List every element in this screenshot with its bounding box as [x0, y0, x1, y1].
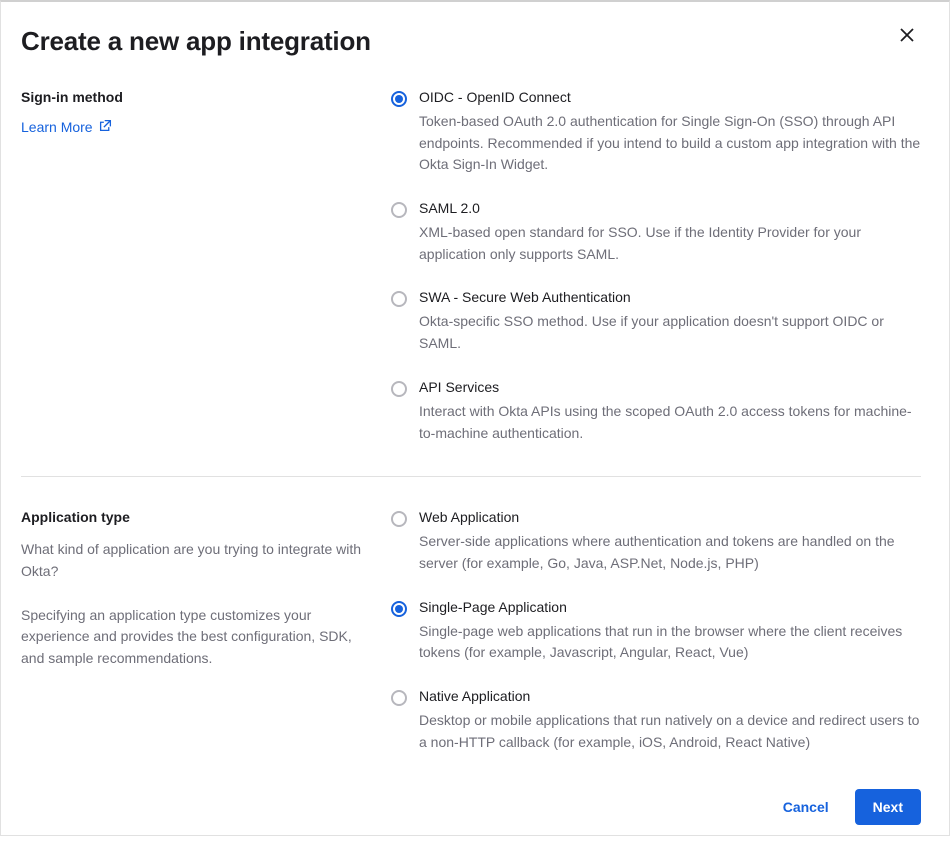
application-type-radio[interactable] — [391, 601, 407, 617]
signin-method-option-description: Interact with Okta APIs using the scoped… — [419, 401, 921, 444]
signin-method-option-label[interactable]: API Services — [419, 379, 921, 395]
application-type-option-content: Web Application Server-side applications … — [419, 509, 921, 574]
signin-method-option-label[interactable]: SWA - Secure Web Authentication — [419, 289, 921, 305]
signin-method-option: SWA - Secure Web Authentication Okta-spec… — [391, 289, 921, 354]
signin-method-radio[interactable] — [391, 202, 407, 218]
application-type-option-label[interactable]: Native Application — [419, 688, 921, 704]
signin-method-option-description: Okta-specific SSO method. Use if your ap… — [419, 311, 921, 354]
signin-method-option-content: OIDC - OpenID Connect Token-based OAuth 2… — [419, 89, 921, 176]
signin-method-option-label[interactable]: SAML 2.0 — [419, 200, 921, 216]
application-type-heading: Application type — [21, 509, 367, 525]
application-type-option-content: Single-Page Application Single-page web a… — [419, 599, 921, 664]
signin-method-radio[interactable] — [391, 91, 407, 107]
application-type-option-label[interactable]: Single-Page Application — [419, 599, 921, 615]
signin-method-option-content: SAML 2.0 XML-based open standard for SSO.… — [419, 200, 921, 265]
application-type-help-2: Specifying an application type customize… — [21, 605, 367, 670]
section-application-type: Application type What kind of applicatio… — [21, 476, 921, 753]
signin-method-option: OIDC - OpenID Connect Token-based OAuth 2… — [391, 89, 921, 176]
next-button[interactable]: Next — [855, 789, 921, 825]
section-signin-method: Sign-in method Learn More OIDC - OpenID … — [21, 89, 921, 444]
signin-method-radio[interactable] — [391, 381, 407, 397]
signin-method-option-content: SWA - Secure Web Authentication Okta-spec… — [419, 289, 921, 354]
learn-more-link[interactable]: Learn More — [21, 119, 112, 135]
signin-method-option: API Services Interact with Okta APIs usin… — [391, 379, 921, 444]
application-type-option: Single-Page Application Single-page web a… — [391, 599, 921, 664]
application-type-radio[interactable] — [391, 511, 407, 527]
signin-method-option-description: Token-based OAuth 2.0 authentication for… — [419, 111, 921, 176]
application-type-option-description: Desktop or mobile applications that run … — [419, 710, 921, 753]
close-button[interactable] — [895, 24, 919, 48]
signin-method-option-label[interactable]: OIDC - OpenID Connect — [419, 89, 921, 105]
close-icon — [899, 27, 915, 46]
signin-method-option: SAML 2.0 XML-based open standard for SSO.… — [391, 200, 921, 265]
external-link-icon — [99, 119, 112, 135]
application-type-option-label[interactable]: Web Application — [419, 509, 921, 525]
signin-method-heading: Sign-in method — [21, 89, 367, 105]
application-type-option-description: Single-page web applications that run in… — [419, 621, 921, 664]
application-type-option-description: Server-side applications where authentic… — [419, 531, 921, 574]
application-type-option: Native Application Desktop or mobile appl… — [391, 688, 921, 753]
signin-method-radio[interactable] — [391, 291, 407, 307]
learn-more-label: Learn More — [21, 119, 93, 135]
dialog-footer: Cancel Next — [21, 789, 921, 825]
signin-method-option-description: XML-based open standard for SSO. Use if … — [419, 222, 921, 265]
application-type-option: Web Application Server-side applications … — [391, 509, 921, 574]
dialog-title: Create a new app integration — [21, 26, 921, 57]
application-type-option-content: Native Application Desktop or mobile appl… — [419, 688, 921, 753]
cancel-button[interactable]: Cancel — [779, 789, 833, 825]
application-type-help-1: What kind of application are you trying … — [21, 539, 367, 582]
signin-method-option-content: API Services Interact with Okta APIs usin… — [419, 379, 921, 444]
application-type-radio[interactable] — [391, 690, 407, 706]
